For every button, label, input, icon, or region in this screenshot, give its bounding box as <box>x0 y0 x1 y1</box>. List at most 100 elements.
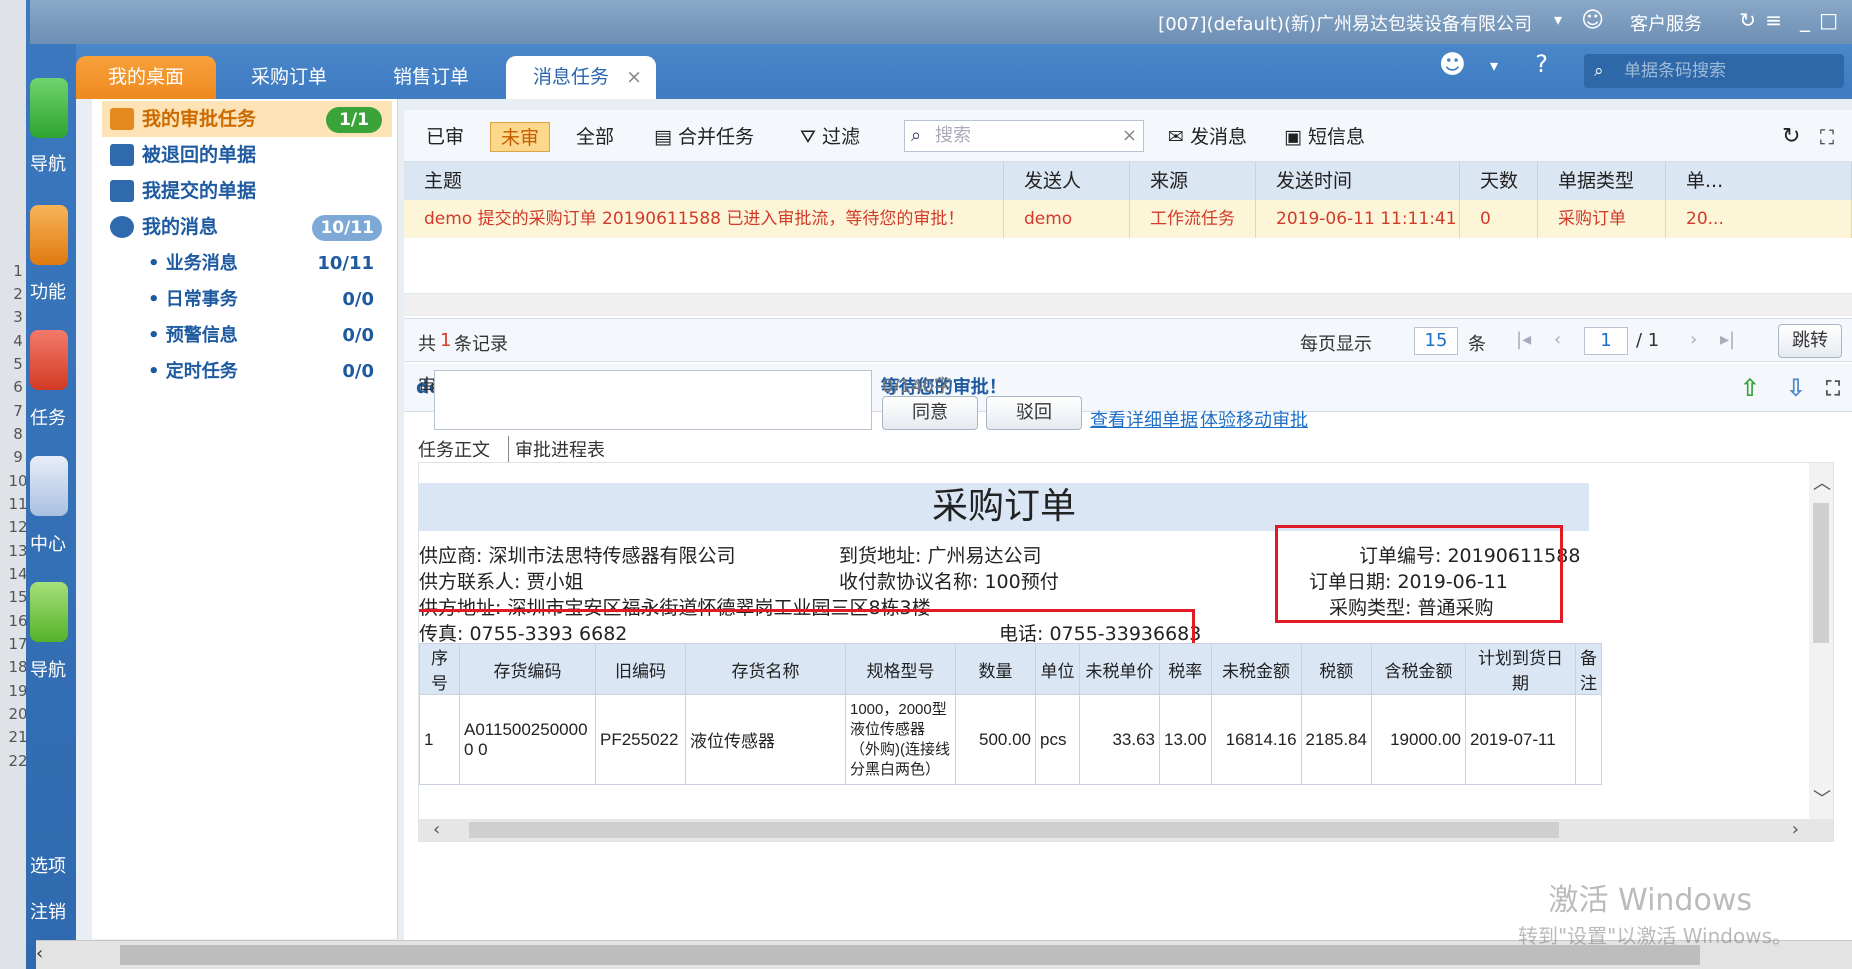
scroll-thumb[interactable] <box>469 822 1559 838</box>
grid-cell-doc[interactable]: 20... <box>1666 200 1852 238</box>
clear-icon[interactable]: × <box>1122 121 1137 151</box>
grid-cell-send-time[interactable]: 2019-06-11 11:11:41 <box>1256 200 1460 238</box>
column-header-days[interactable]: 天数 <box>1460 162 1538 200</box>
function-icon[interactable] <box>30 205 68 265</box>
column-header-sender[interactable]: 发送人 <box>1004 162 1130 200</box>
nav-business-messages[interactable]: • 业务消息 10/11 <box>148 247 388 281</box>
column-header-source[interactable]: 来源 <box>1130 162 1256 200</box>
send-message-button[interactable]: ✉ 发消息 <box>1168 122 1247 152</box>
nav-warning-info[interactable]: • 预警信息 0/0 <box>148 319 388 353</box>
tab-approval-progress[interactable]: 审批进程表 <box>508 436 605 462</box>
chevron-left-icon[interactable]: ‹ <box>433 819 440 840</box>
fullscreen-icon[interactable]: ⛶ <box>1820 122 1834 152</box>
document-horizontal-scrollbar[interactable]: ‹ › <box>419 819 1833 841</box>
per-page-unit: 条 <box>1468 334 1486 355</box>
tab-purchase-order[interactable]: 采购订单 <box>224 56 354 99</box>
nav-daily-affairs[interactable]: • 日常事务 0/0 <box>148 283 388 317</box>
tab-home[interactable]: 我的桌面 <box>76 56 216 99</box>
document-frame: 采购订单 供应商: 深圳市法思特传感器有限公司 供方联系人: 贾小姐 供方地址:… <box>418 462 1834 842</box>
opinion-textarea[interactable] <box>434 370 872 430</box>
task-nav-panel: 我的审批任务 1/1 被退回的单据 我提交的单据 我的消息 10/11 • 业务… <box>92 99 398 939</box>
arrow-down-icon[interactable]: ⇩ <box>1786 364 1806 412</box>
reject-button[interactable]: 驳回 <box>986 396 1082 430</box>
help-icon[interactable]: ? <box>1535 50 1548 78</box>
grid-cell-days[interactable]: 0 <box>1460 200 1538 238</box>
filter-unapproved-button[interactable]: 未审 <box>490 122 551 152</box>
grid-cell-doc-type[interactable]: 采购订单 <box>1538 200 1666 238</box>
filter-label: 过滤 <box>822 126 861 148</box>
refresh-icon[interactable]: ↻ <box>1739 8 1756 32</box>
sms-button[interactable]: ▣ 短信息 <box>1284 122 1365 152</box>
nav-approval-tasks[interactable]: 我的审批任务 1/1 <box>102 101 392 137</box>
merge-tasks-button[interactable]: ▤ 合并任务 <box>654 122 754 152</box>
column-header-send-time[interactable]: 发送时间 <box>1256 162 1460 200</box>
table-header-row: 序号 存货编码 旧编码 存货名称 规格型号 数量 单位 未税单价 税率 未税金额… <box>419 643 1602 695</box>
tab-task-body[interactable]: 任务正文 <box>418 436 490 462</box>
chevron-left-icon[interactable]: ‹ <box>36 943 43 964</box>
mobile-approval-link[interactable]: 体验移动审批 <box>1200 406 1308 432</box>
menu-icon[interactable]: ≡ <box>1765 8 1782 32</box>
dock-label-function[interactable]: 功能 <box>30 278 74 304</box>
last-page-icon[interactable]: ▸| <box>1720 329 1735 350</box>
page-input[interactable]: 1 <box>1584 327 1628 355</box>
task-icon[interactable] <box>30 330 68 390</box>
filter-button[interactable]: ⛛ 过滤 <box>800 122 860 152</box>
grid-cell-source[interactable]: 工作流任务 <box>1130 200 1256 238</box>
chevron-down-icon[interactable]: ▾ <box>1490 56 1498 75</box>
refresh-icon[interactable]: ↻ <box>1782 122 1800 152</box>
next-page-icon[interactable]: › <box>1690 329 1697 350</box>
dock-label-task[interactable]: 任务 <box>30 404 74 430</box>
record-total-prefix: 共 <box>418 334 436 355</box>
column-header-subject[interactable]: 主题 <box>404 162 1004 200</box>
close-icon[interactable]: × <box>626 56 642 99</box>
guide-icon[interactable] <box>30 582 68 642</box>
smiley-icon[interactable]: ☻ <box>1439 50 1466 80</box>
scroll-thumb[interactable] <box>1813 503 1829 643</box>
nav-submitted-docs[interactable]: 我提交的单据 <box>102 173 392 209</box>
nav-returned-docs[interactable]: 被退回的单据 <box>102 137 392 173</box>
customer-service-menu[interactable]: 客户服务 <box>1630 10 1702 36</box>
first-page-icon[interactable]: |◂ <box>1516 329 1531 350</box>
fullscreen-icon[interactable]: ⛶ <box>1826 364 1840 412</box>
chevron-right-icon[interactable]: › <box>1792 819 1799 840</box>
chevron-up-icon[interactable]: ︿ <box>1813 469 1831 495</box>
scroll-thumb[interactable] <box>120 945 1700 965</box>
column-header-doc[interactable]: 单... <box>1666 162 1852 200</box>
per-page-input[interactable]: 15 <box>1414 327 1458 355</box>
dock-label-navigation[interactable]: 导航 <box>30 150 74 176</box>
submit-doc-icon <box>110 180 134 202</box>
column-header-doc-type[interactable]: 单据类型 <box>1538 162 1666 200</box>
search-icon: ⌕ <box>1594 61 1604 81</box>
prev-page-icon[interactable]: ‹ <box>1554 329 1561 350</box>
arrow-up-icon[interactable]: ⇧ <box>1740 364 1760 412</box>
dock-label-options[interactable]: 选项 <box>30 852 74 878</box>
center-icon[interactable] <box>30 456 68 516</box>
grid-cell-subject[interactable]: demo 提交的采购订单 20190611588 已进入审批流，等待您的审批！ <box>404 200 1004 238</box>
maximize-icon[interactable]: □ <box>1819 8 1838 32</box>
company-selector[interactable]: [007](default)(新)广州易达包装设备有限公司 <box>1158 10 1532 36</box>
minimize-icon[interactable]: _ <box>1800 8 1810 32</box>
dock-label-guide[interactable]: 导航 <box>30 656 74 682</box>
nav-my-messages[interactable]: 我的消息 10/11 <box>102 209 392 245</box>
chevron-down-icon[interactable]: ▾ <box>1554 10 1562 29</box>
table-cell: 2019-07-11 <box>1465 694 1576 785</box>
barcode-search-input[interactable]: ⌕ 单据条码搜索 <box>1584 54 1844 88</box>
jump-button[interactable]: 跳转 <box>1778 324 1842 358</box>
document-vertical-scrollbar[interactable]: ︿ ﹀ <box>1809 463 1833 841</box>
grid-cell-sender[interactable]: demo <box>1004 200 1130 238</box>
tab-sales-order[interactable]: 销售订单 <box>366 56 496 99</box>
grid-horizontal-scrollbar[interactable] <box>404 294 1852 316</box>
chevron-down-icon[interactable]: ﹀ <box>1813 785 1831 811</box>
filter-all-button[interactable]: 全部 <box>576 122 614 152</box>
agree-button[interactable]: 同意 <box>882 396 978 430</box>
record-total: 1 <box>440 330 452 351</box>
task-search-input[interactable]: ⌕ 搜索 × <box>904 120 1144 152</box>
tab-message-tasks[interactable]: 消息任务 × <box>506 56 656 99</box>
nav-sub-count: 0/0 <box>342 289 374 310</box>
dock-label-center[interactable]: 中心 <box>30 530 74 556</box>
nav-scheduled-tasks[interactable]: • 定时任务 0/0 <box>148 355 388 389</box>
view-detail-link[interactable]: 查看详细单据 <box>1090 406 1198 432</box>
filter-approved-button[interactable]: 已审 <box>426 122 464 152</box>
navigation-icon[interactable] <box>30 78 68 138</box>
dock-label-logout[interactable]: 注销 <box>30 898 74 924</box>
